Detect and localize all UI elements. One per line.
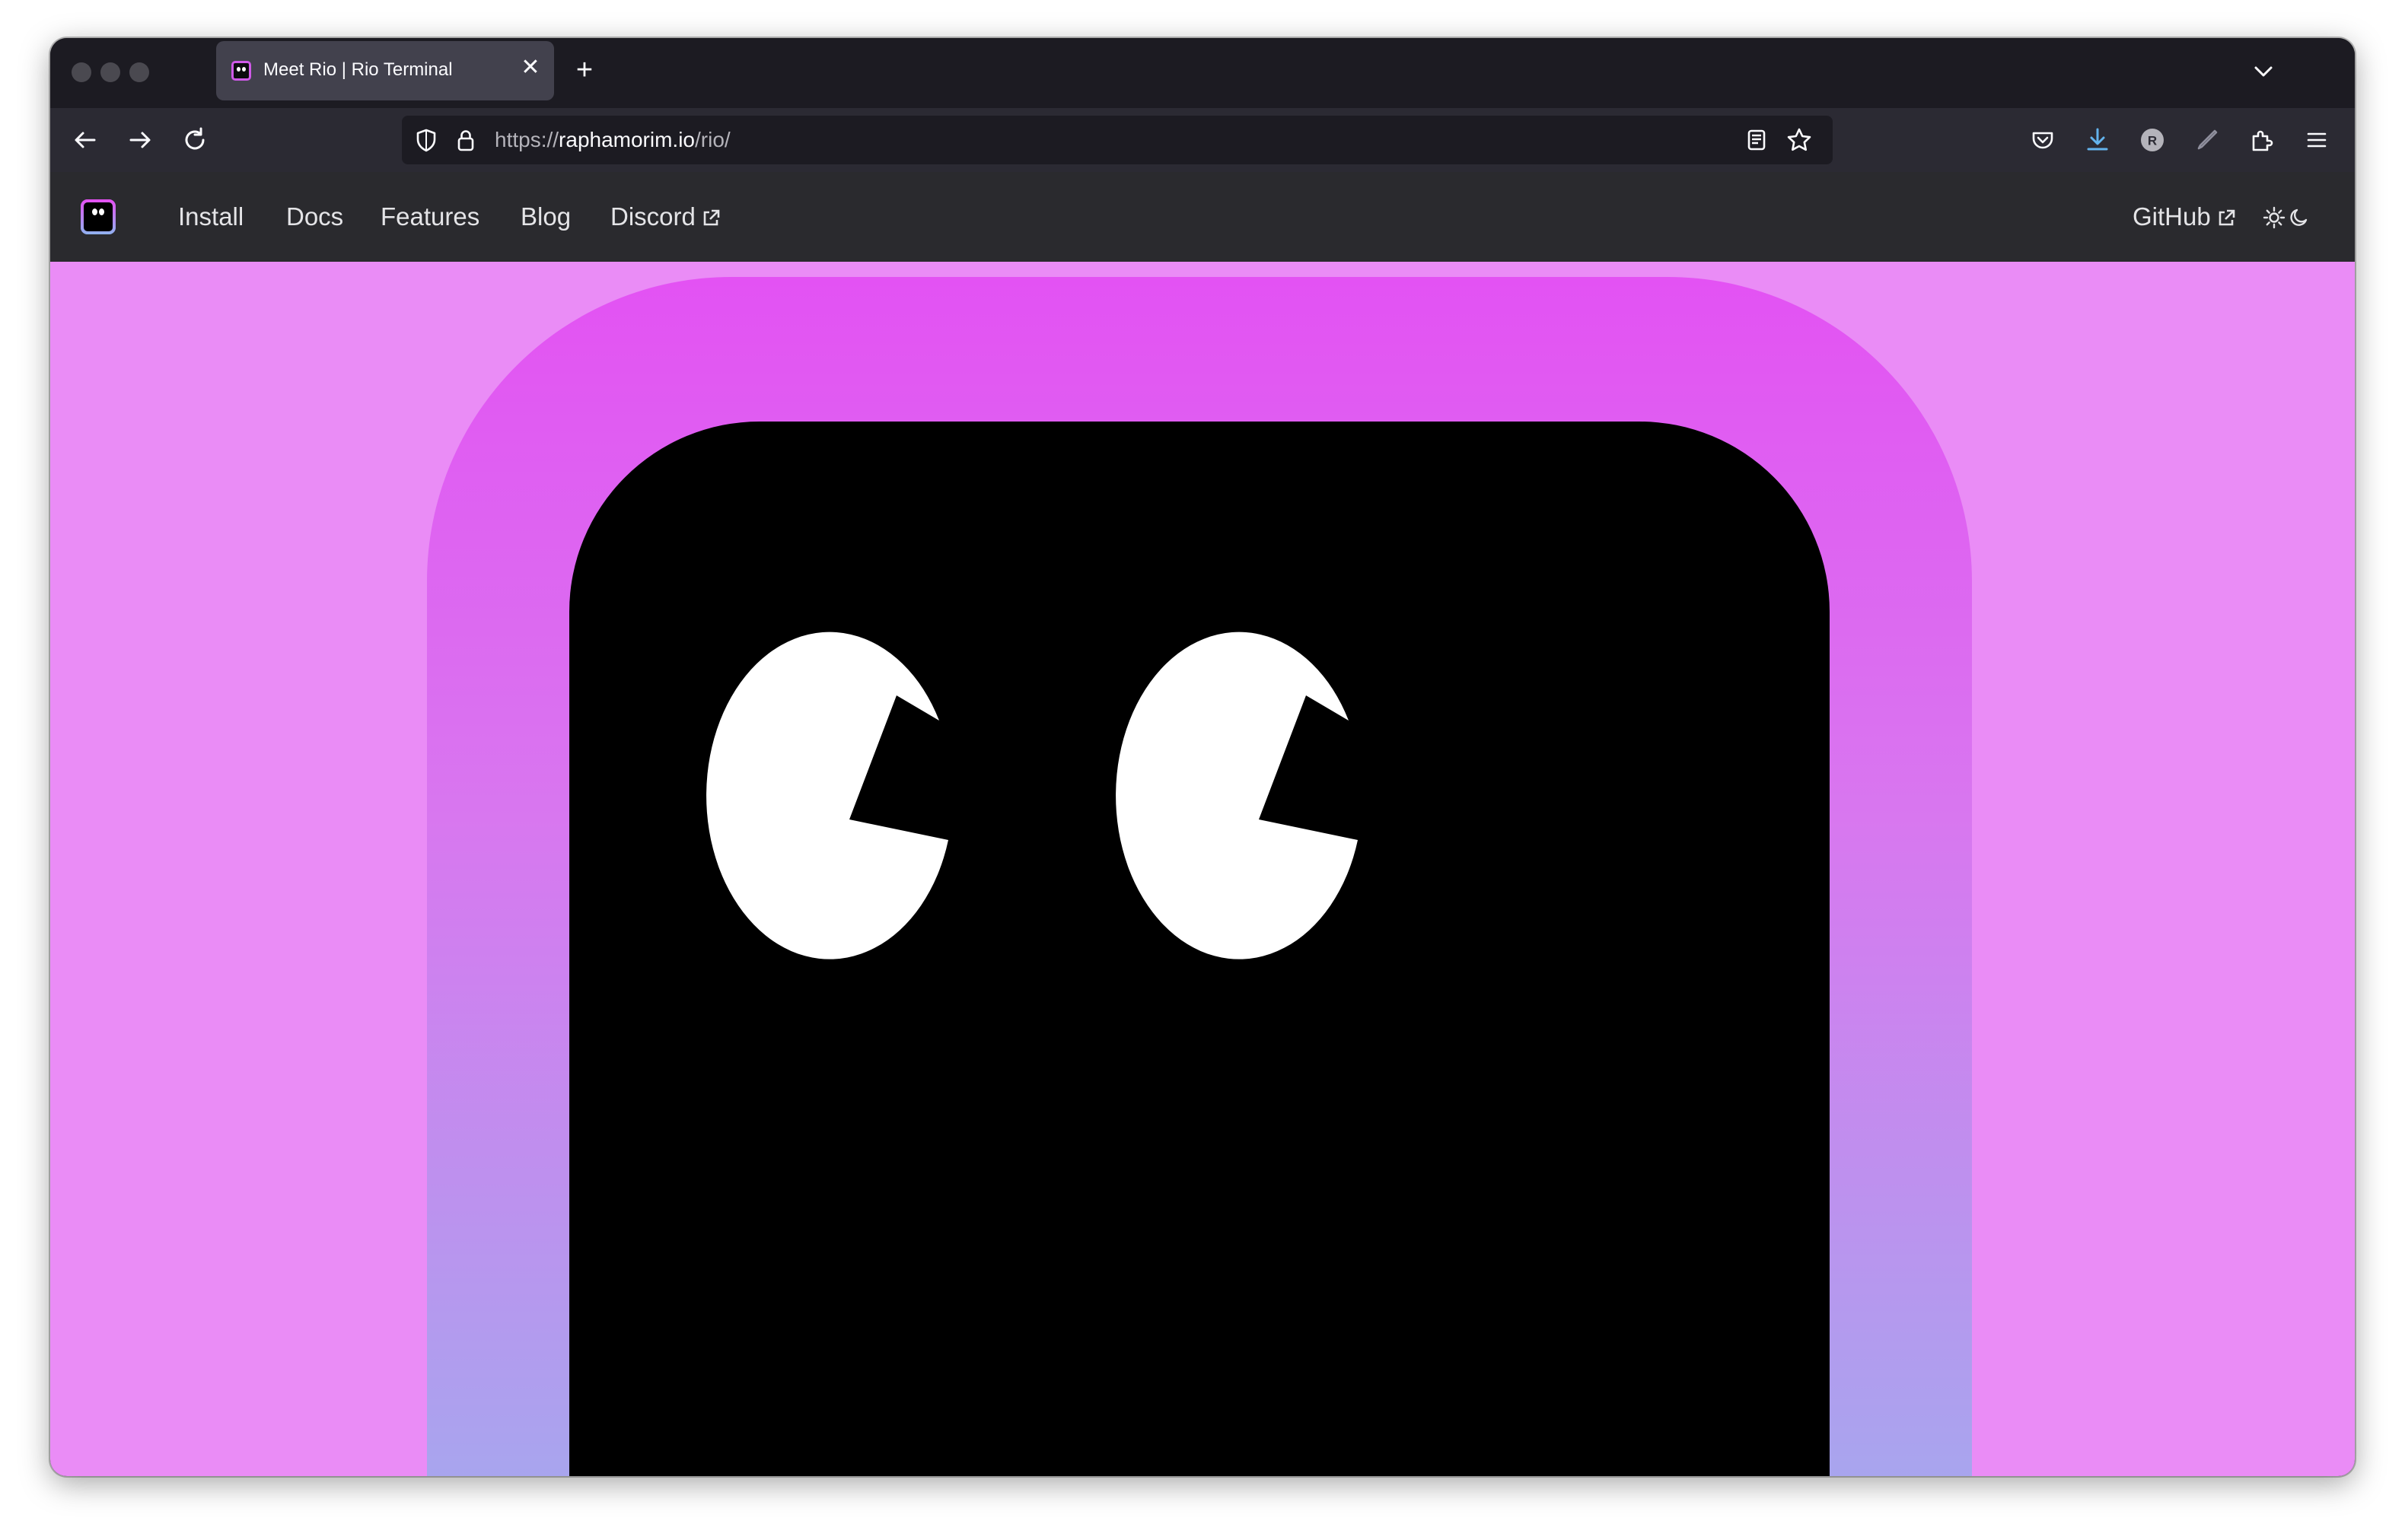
new-tab-button[interactable]: +: [568, 53, 601, 87]
minimize-window-button[interactable]: [100, 62, 120, 82]
navigation-toolbar: https://raphamorim.io/rio/ R: [50, 108, 2355, 172]
nav-blog-link[interactable]: Blog: [521, 202, 571, 231]
back-button[interactable]: [64, 119, 107, 161]
lock-icon[interactable]: [451, 125, 481, 155]
nav-docs-link[interactable]: Docs: [286, 202, 343, 231]
reload-button[interactable]: [174, 119, 216, 161]
close-window-button[interactable]: [72, 62, 91, 82]
nav-github-label: GitHub: [2133, 202, 2211, 231]
reader-view-icon[interactable]: [1741, 125, 1772, 155]
back-arrow-icon: [75, 132, 96, 148]
pocket-icon: [2032, 132, 2053, 149]
application-menu-button[interactable]: [2295, 119, 2338, 161]
rio-logo-left-eye: [92, 208, 97, 215]
pen-button[interactable]: [2186, 119, 2228, 161]
forward-arrow-icon: [129, 132, 151, 148]
downloads-button[interactable]: [2076, 119, 2119, 161]
rio-mascot-illustration: [427, 277, 1972, 1476]
chevron-down-icon: [2254, 66, 2273, 77]
url-scheme: https://: [495, 128, 559, 151]
reload-icon: [185, 127, 205, 150]
browser-window: Meet Rio | Rio Terminal ✕ + https://raph…: [50, 38, 2355, 1476]
forward-button[interactable]: [119, 119, 161, 161]
pocket-button[interactable]: [2021, 119, 2064, 161]
zoom-window-button[interactable]: [129, 62, 149, 82]
address-bar[interactable]: https://raphamorim.io/rio/: [402, 116, 1833, 164]
shield-icon[interactable]: [411, 125, 441, 155]
url-host: raphamorim.io: [559, 128, 695, 151]
url-text[interactable]: https://raphamorim.io/rio/: [495, 128, 731, 152]
account-icon: R: [2141, 129, 2164, 151]
site-navbar: Install Docs Features Blog Discord GitHu…: [50, 172, 2355, 262]
account-button[interactable]: R: [2131, 119, 2174, 161]
nav-features-link[interactable]: Features: [381, 202, 479, 231]
list-all-tabs-button[interactable]: [2248, 56, 2279, 87]
rio-logo[interactable]: [81, 199, 116, 234]
url-path: /rio/: [695, 128, 731, 151]
extensions-icon: [2252, 130, 2273, 151]
external-link-icon: [703, 209, 720, 226]
menu-icon: [2307, 132, 2327, 148]
nav-discord-label: Discord: [610, 202, 696, 231]
rio-logo-right-eye: [99, 208, 104, 215]
bookmark-star-icon[interactable]: [1784, 125, 1814, 155]
rio-favicon-icon: [231, 61, 251, 81]
hero-section: [50, 262, 2355, 1476]
sun-icon: [2263, 206, 2286, 229]
extensions-button[interactable]: [2241, 119, 2283, 161]
tab-meet-rio[interactable]: Meet Rio | Rio Terminal ✕: [216, 41, 554, 100]
account-initial: R: [2148, 134, 2157, 148]
download-icon: [2087, 128, 2108, 151]
tab-strip: Meet Rio | Rio Terminal ✕ +: [50, 38, 2355, 108]
nav-discord-link[interactable]: Discord: [610, 202, 722, 231]
tab-title: Meet Rio | Rio Terminal: [263, 59, 453, 80]
external-link-icon: [2219, 209, 2235, 226]
moon-icon: [2290, 208, 2308, 226]
tab-close-button[interactable]: ✕: [518, 55, 543, 81]
rio-logo-frame: [81, 199, 116, 234]
nav-github-link[interactable]: GitHub: [2133, 202, 2237, 231]
pen-icon: [2197, 129, 2218, 150]
theme-toggle-button[interactable]: [2262, 204, 2312, 231]
nav-install-link[interactable]: Install: [178, 202, 244, 231]
